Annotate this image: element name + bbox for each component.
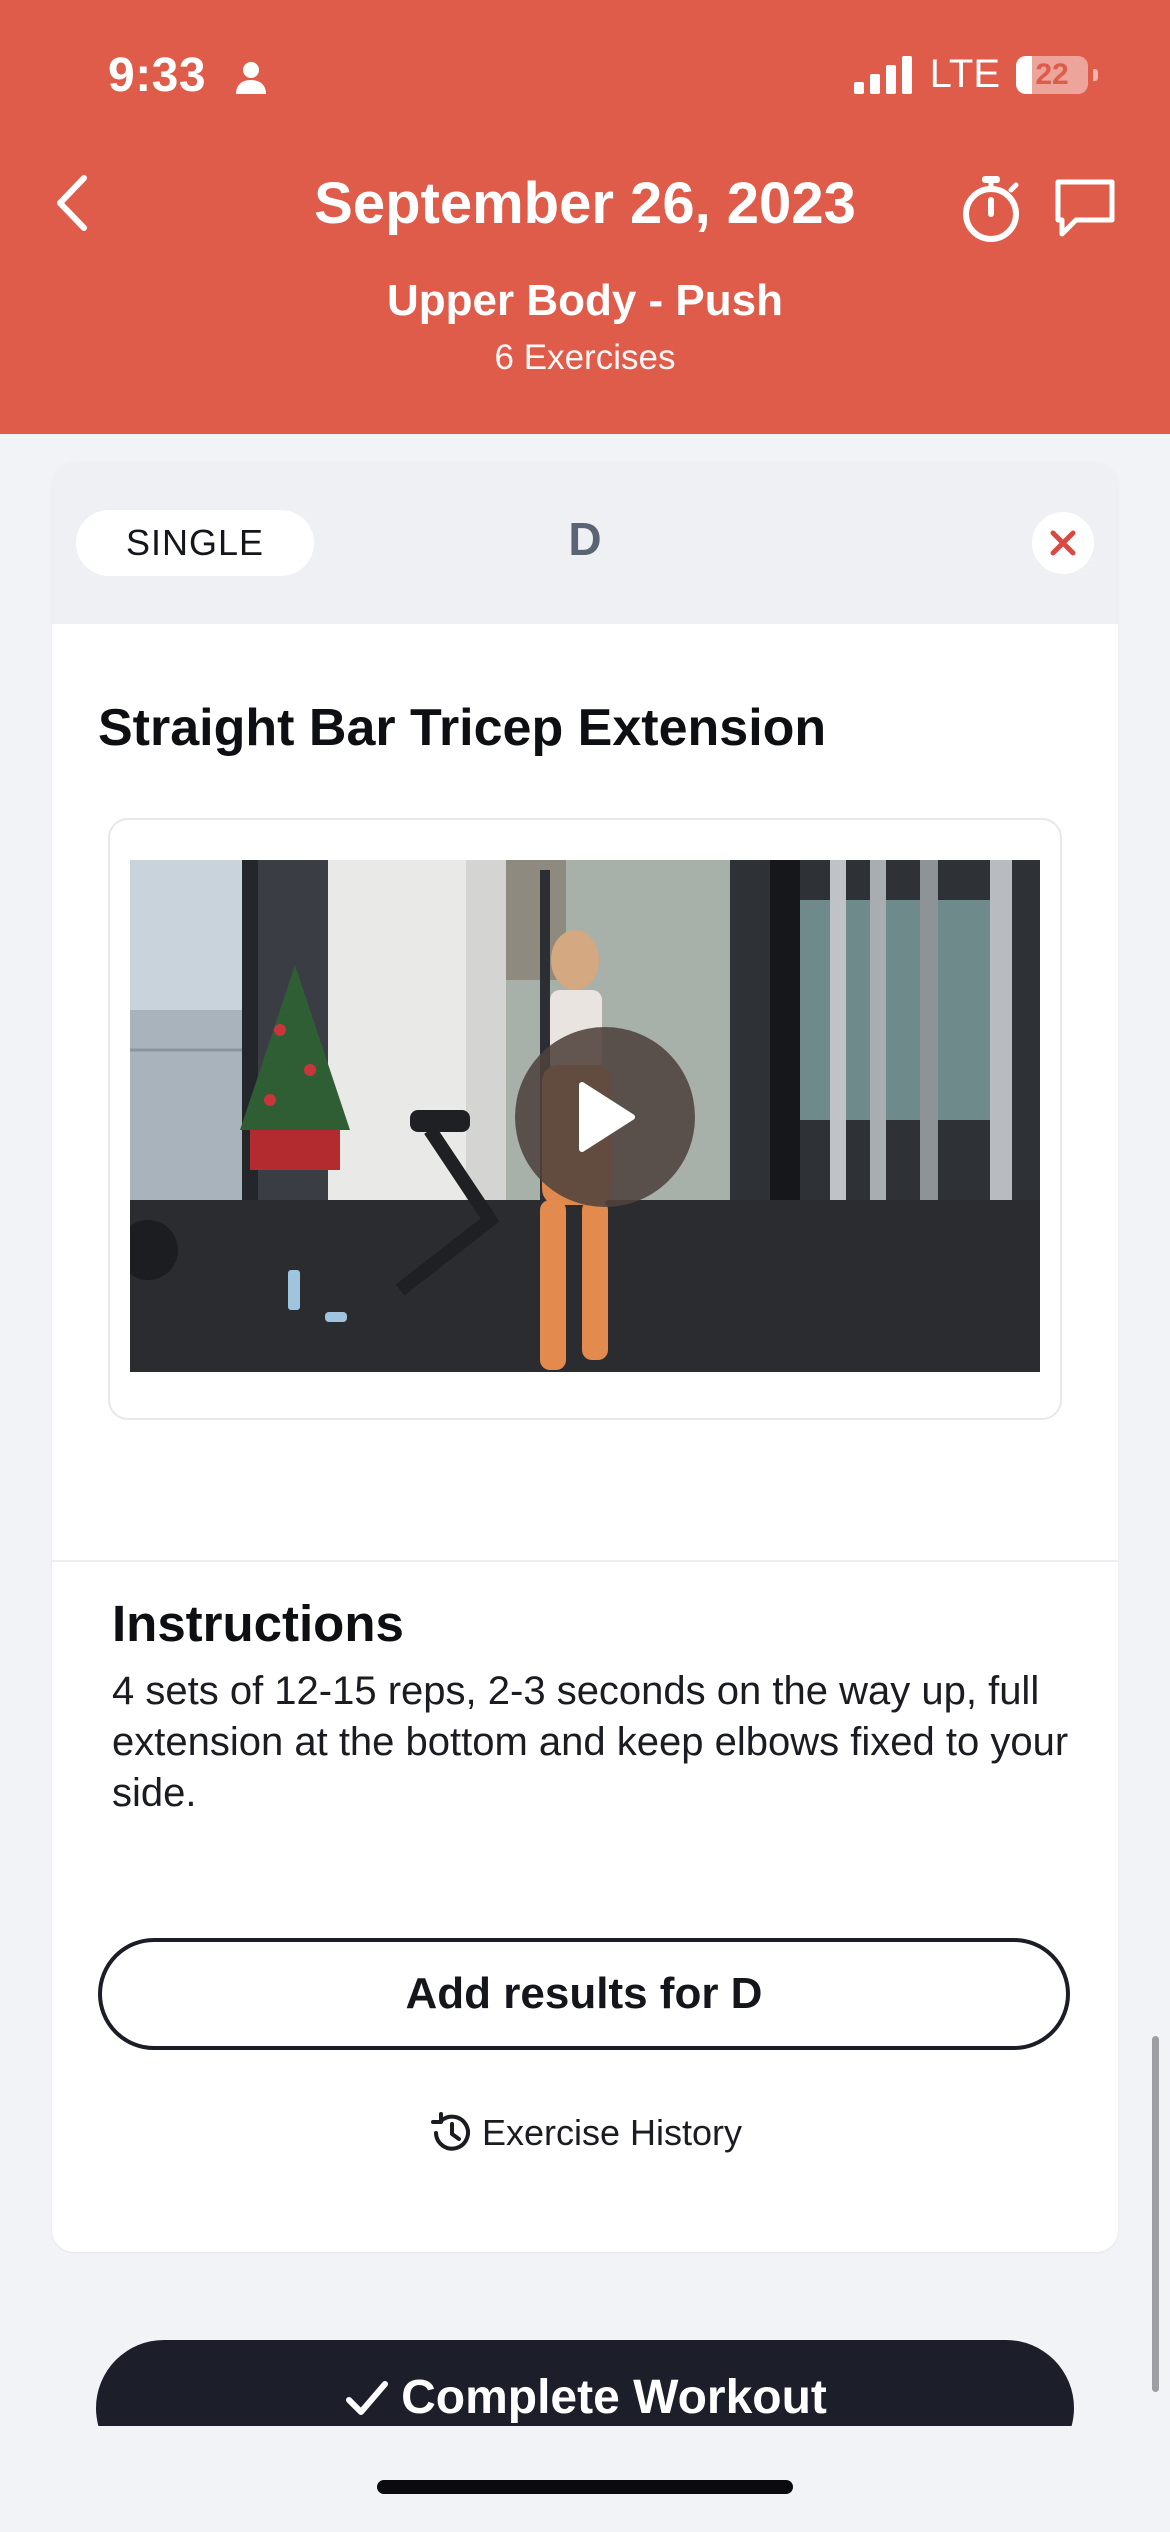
stopwatch-icon[interactable]: [958, 174, 1024, 244]
video-container: [108, 818, 1062, 1420]
divider: [52, 1560, 1118, 1562]
status-indicators: LTE 22: [853, 52, 1098, 97]
battery-level: 22: [1035, 57, 1069, 91]
instructions-heading: Instructions: [112, 1595, 404, 1652]
header: 9:33 LTE 22 September 26, 2023 Upper Bod…: [0, 0, 1170, 434]
close-icon: [1050, 530, 1076, 556]
complete-workout-button[interactable]: Complete Workout: [96, 2340, 1074, 2426]
workout-name: Upper Body - Push: [386, 276, 784, 325]
complete-workout-area: Complete Workout: [0, 2300, 1170, 2426]
exercise-history-link[interactable]: Exercise History: [52, 2110, 1118, 2156]
complete-workout-label: Complete Workout: [401, 2371, 827, 2424]
signal-icon: [853, 55, 912, 94]
person-icon: [236, 62, 266, 94]
exercise-count: 6 Exercises: [494, 338, 676, 377]
add-results-label: Add results for D: [405, 1969, 763, 2018]
add-results-button[interactable]: Add results for D: [98, 1938, 1070, 2050]
home-indicator[interactable]: [377, 2480, 793, 2494]
history-label: Exercise History: [481, 2112, 743, 2153]
chat-bubble-icon[interactable]: [1052, 176, 1118, 240]
checkmark-icon: [346, 2381, 389, 2415]
history-icon: [430, 2112, 470, 2151]
play-button[interactable]: [515, 1027, 695, 1207]
battery-icon: 22: [1016, 55, 1098, 94]
play-icon: [579, 1082, 635, 1152]
status-time: 9:33: [108, 49, 207, 102]
network-type: LTE: [929, 52, 1000, 96]
exercise-letter: D: [568, 513, 602, 565]
remove-exercise-button[interactable]: [1032, 512, 1094, 574]
scrollbar[interactable]: [1152, 2036, 1159, 2392]
instructions-text: 4 sets of 12-15 reps, 2-3 seconds on the…: [112, 1669, 1069, 1815]
card-header: SINGLE D: [52, 462, 1118, 624]
exercise-video[interactable]: [130, 860, 1040, 1372]
exercise-title: Straight Bar Tricep Extension: [98, 699, 827, 757]
exercise-card: SINGLE D Straight Bar Tricep Extension I…: [52, 462, 1118, 2252]
